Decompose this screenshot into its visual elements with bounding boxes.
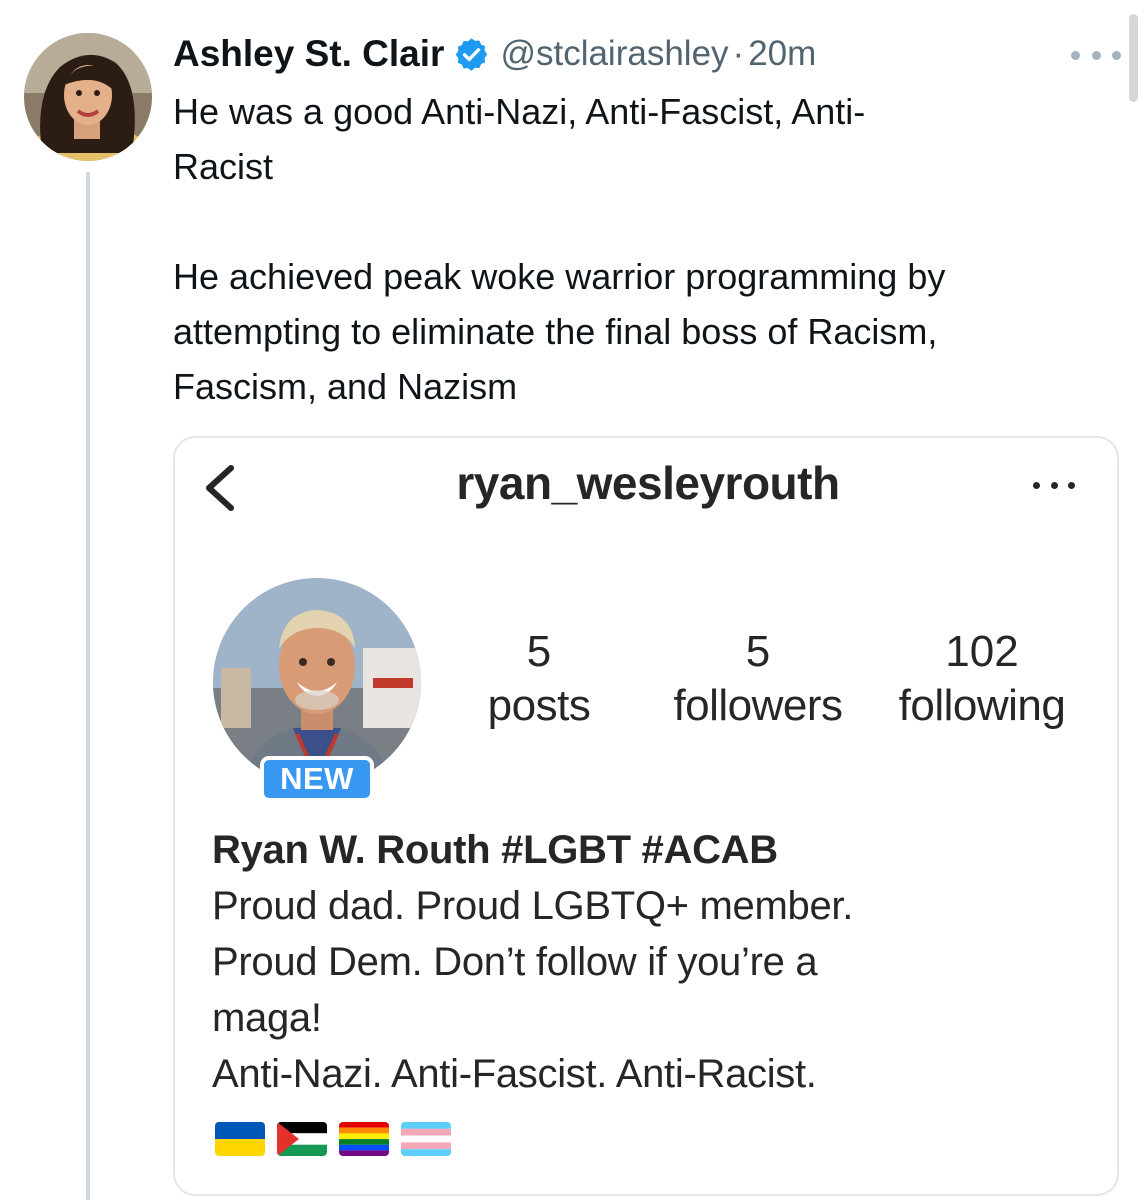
author-avatar[interactable] [24,33,152,161]
bio-line: Anti-Nazi. Anti-Fascist. Anti-Racist. [212,1052,817,1096]
profile-picture [213,578,421,786]
tweet-more-options-icon[interactable] [1071,40,1121,70]
stat-label: followers [673,681,843,730]
scrollbar[interactable] [1129,14,1138,102]
ukraine-flag-icon [215,1122,265,1156]
thread-connector-line [86,172,90,1200]
tweet-header: Ashley St. Clair @stclairashley · 20m [173,28,816,80]
tweet-timestamp[interactable]: 20m [748,34,816,74]
bio-flags [215,1122,451,1156]
verified-badge-icon [453,36,490,73]
author-handle[interactable]: @stclairashley [500,34,728,74]
stat-value: 5 [526,627,552,676]
bio-name: Ryan W. Routh #LGBT #ACAB [212,828,778,872]
stat-label: posts [487,681,591,730]
tweet-text: He was a good Anti-Nazi, Anti-Fascist, A… [173,84,1123,414]
stat-label: following [898,681,1066,730]
embedded-image-card[interactable]: ryan_wesleyrouth NEW 5 posts 5 followers… [173,436,1119,1196]
stat-following: 102 following [879,626,1085,734]
transgender-flag-icon [401,1122,451,1156]
bio-line: maga! [212,996,322,1040]
bio-line: Proud Dem. Don’t follow if you’re a [212,940,818,984]
bio-line: Proud dad. Proud LGBTQ+ member. [212,884,854,928]
tweet-text-line: attempting to eliminate the final boss o… [173,311,938,352]
stat-value: 102 [945,627,1019,676]
tweet-text-line: Racist [173,146,274,187]
header-separator: · [732,34,745,73]
tweet-text-line: Fascism, and Nazism [173,366,518,407]
palestine-flag-icon [277,1122,327,1156]
profile-username: ryan_wesleyrouth [456,457,840,509]
author-display-name[interactable]: Ashley St. Clair [173,33,444,75]
profile-bio: Ryan W. Routh #LGBT #ACAB Proud dad. Pro… [212,822,1092,1102]
stat-posts: 5 posts [469,626,609,734]
tweet-text-line: He was a good Anti-Nazi, Anti-Fascist, A… [173,91,866,132]
tweet-text-line: He achieved peak woke warrior programmin… [173,256,946,297]
stat-value: 5 [745,627,771,676]
stat-followers: 5 followers [653,626,863,734]
rainbow-pride-flag-icon [339,1122,389,1156]
profile-more-icon [1033,482,1075,492]
new-badge: NEW [260,756,374,802]
